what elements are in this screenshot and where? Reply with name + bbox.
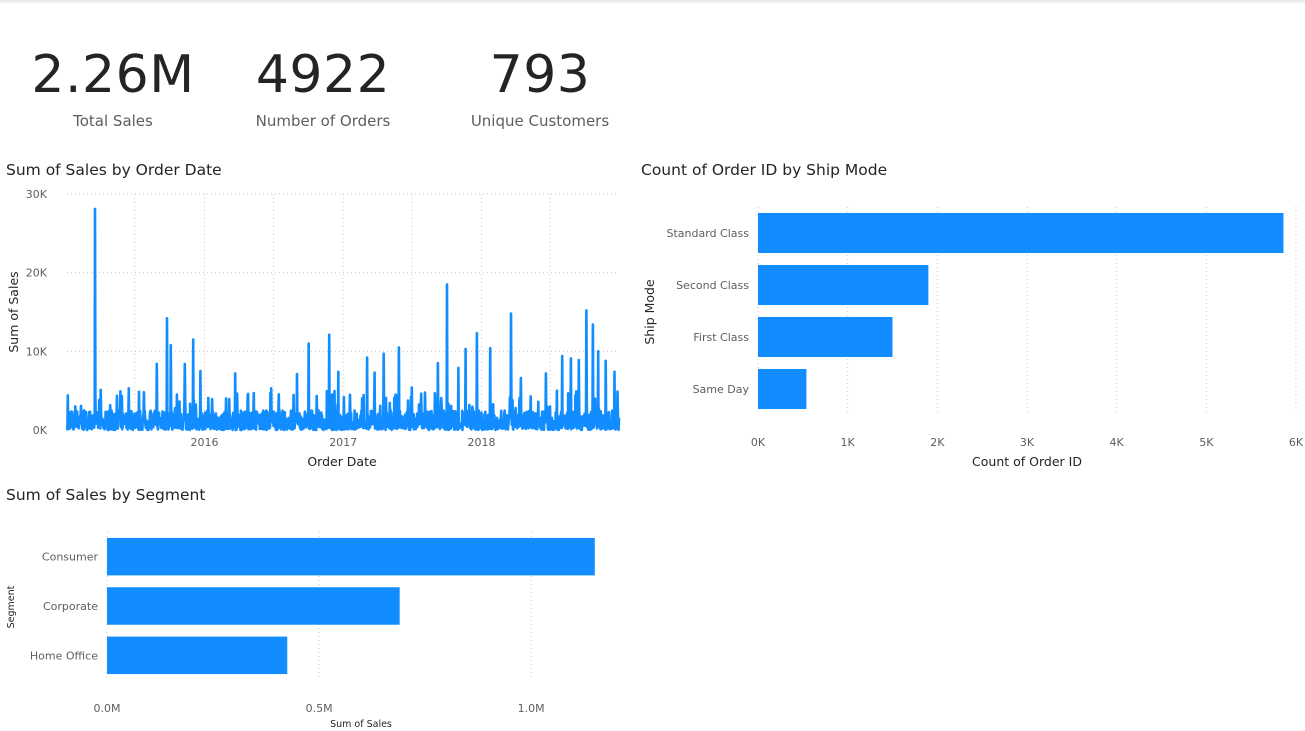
- ship-mode-category-label: Standard Class: [667, 227, 750, 240]
- ship-mode-xlabel: Count of Order ID: [972, 454, 1082, 469]
- ship-mode-ylabel: Ship Mode: [642, 279, 657, 345]
- sales-by-date-ytick: 20K: [26, 267, 48, 280]
- ship-mode-xtick: 5K: [1199, 436, 1214, 449]
- segment-bar[interactable]: [107, 636, 288, 675]
- report-charts: 0K 10K 20K 30K 2016 2017 2018 Order Date Sum …: [6, 188, 1304, 730]
- segment-chart[interactable]: Consumer Corporate Home Office 0.0M 0.5M 1.0…: [6, 532, 595, 730]
- segment-bar[interactable]: [107, 587, 400, 625]
- segment-ylabel: Segment: [6, 585, 17, 628]
- segment-xtick: 0.0M: [94, 702, 121, 715]
- sales-by-date-xtick: 2017: [329, 436, 357, 449]
- ship-mode-xtick: 3K: [1020, 436, 1035, 449]
- sales-by-date-xtick: 2016: [191, 436, 219, 449]
- ship-mode-xtick: 1K: [841, 436, 856, 449]
- ship-mode-chart[interactable]: Standard Class Second Class First Class Sam…: [642, 207, 1304, 469]
- sales-by-date-ylabel: Sum of Sales: [6, 271, 21, 352]
- ship-mode-bar[interactable]: [758, 212, 1284, 254]
- segment-xlabel: Sum of Sales: [330, 719, 392, 730]
- segment-bar[interactable]: [107, 537, 595, 576]
- ship-mode-bar[interactable]: [758, 316, 893, 358]
- ship-mode-bar[interactable]: [758, 264, 929, 306]
- sales-by-date-ytick: 10K: [26, 345, 48, 358]
- ship-mode-xtick: 2K: [930, 436, 945, 449]
- segment-xtick: 1.0M: [518, 702, 545, 715]
- segment-category-label: Consumer: [42, 551, 99, 564]
- segment-xtick: 0.5M: [306, 702, 333, 715]
- sales-by-date-chart[interactable]: 0K 10K 20K 30K 2016 2017 2018 Order Date Sum …: [6, 188, 621, 469]
- ship-mode-category-label: Second Class: [676, 279, 749, 292]
- sales-by-date-xlabel: Order Date: [307, 454, 377, 469]
- sales-by-date-ytick: 0K: [33, 424, 48, 437]
- ship-mode-xtick: 6K: [1289, 436, 1304, 449]
- ship-mode-category-label: Same Day: [693, 383, 750, 396]
- sales-by-date-ytick: 30K: [26, 188, 48, 201]
- ship-mode-xtick: 0K: [751, 436, 766, 449]
- sales-by-date-xtick: 2018: [467, 436, 495, 449]
- ship-mode-category-label: First Class: [693, 331, 749, 344]
- ship-mode-xtick: 4K: [1110, 436, 1125, 449]
- segment-category-label: Home Office: [30, 649, 98, 662]
- ship-mode-bar[interactable]: [758, 368, 807, 410]
- segment-category-label: Corporate: [43, 600, 98, 613]
